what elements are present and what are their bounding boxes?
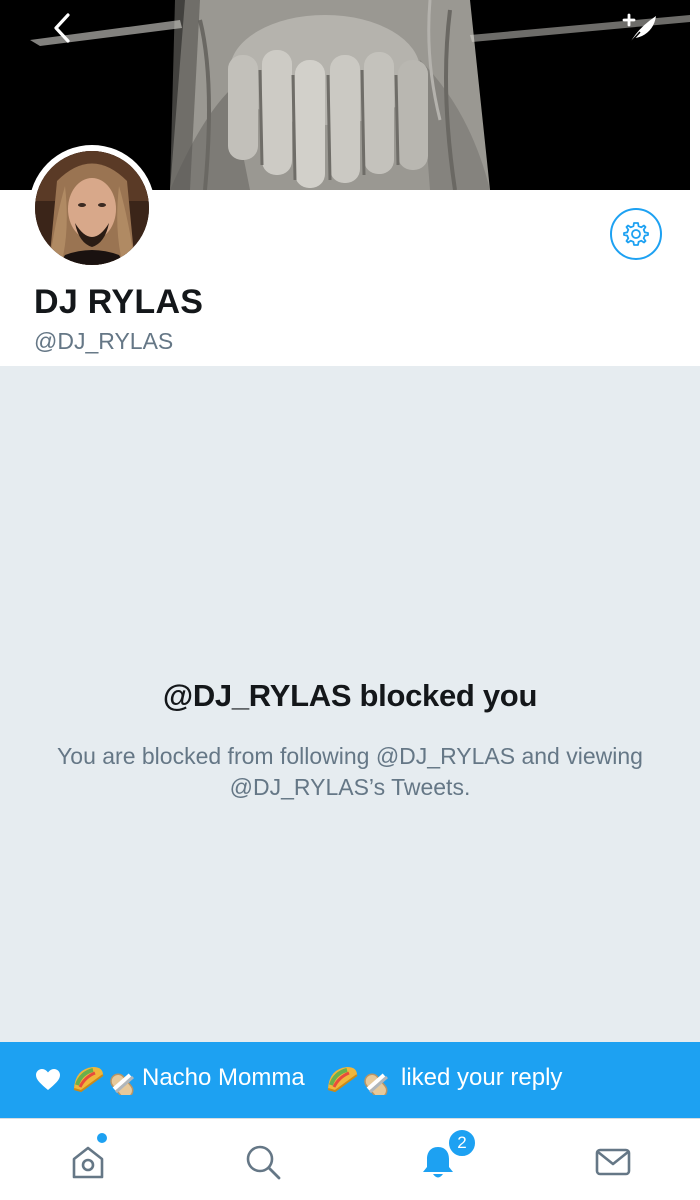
toast-action-text: liked your reply [401,1064,563,1091]
burrito-emoji-icon [110,1073,134,1095]
taco-emoji-icon [327,1067,358,1093]
search-icon [246,1145,281,1180]
blocked-description: You are blocked from following @DJ_RYLAS… [57,743,643,800]
gear-icon [623,222,649,246]
profile-display-name: DJ RYLAS [34,283,204,321]
avatar-photo [35,151,149,265]
notifications-count-badge: 2 [447,1128,477,1158]
blocked-title: @DJ_RYLAS blocked you [162,678,538,713]
bottom-tab-bar [0,1118,700,1200]
tab-search[interactable] [235,1137,291,1187]
profile-handle: @DJ_RYLAS [34,328,174,354]
toast-user-name: Nacho Momma [142,1064,305,1091]
chevron-left-icon [54,13,70,43]
messages-envelope-icon [595,1148,631,1176]
heart-icon [36,1069,60,1090]
home-icon [72,1146,104,1179]
blocked-notice-panel: @DJ_RYLAS blocked you You are blocked fr… [0,366,700,1042]
profile-settings-button[interactable] [610,208,662,260]
tab-messages[interactable] [585,1137,641,1187]
like-notification-toast[interactable]: Nacho Momma liked your reply [0,1042,700,1118]
taco-emoji-icon [73,1067,104,1093]
banner-edge [690,0,700,190]
compose-tweet-button[interactable] [616,6,664,50]
home-new-content-dot [96,1132,108,1144]
compose-feather-icon [622,13,656,44]
tab-home[interactable] [60,1137,116,1187]
profile-avatar[interactable] [29,145,155,271]
back-button[interactable] [40,6,84,50]
burrito-emoji-icon [364,1073,388,1095]
